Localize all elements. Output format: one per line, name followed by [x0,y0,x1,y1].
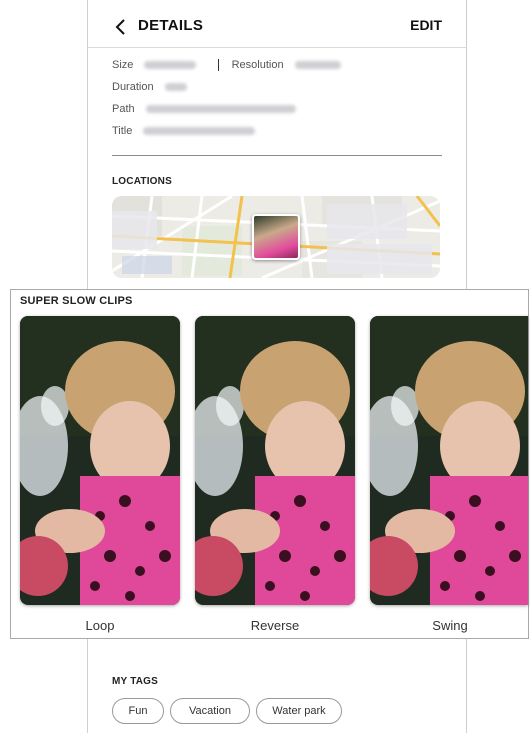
clip-image [370,316,528,605]
info-row-title: Title [112,125,256,137]
tag-chip[interactable]: Vacation [170,698,250,724]
resolution-label: Resolution [231,59,284,71]
divider [112,155,442,156]
path-value-redacted [145,105,296,114]
duration-value-redacted [164,83,187,92]
tag-chip[interactable]: Fun [112,698,164,724]
path-label: Path [112,103,135,115]
clip-label-reverse: Reverse [250,618,300,633]
info-row-path: Path [112,103,296,115]
separator [217,59,219,72]
chevron-left-icon [115,19,125,35]
divider [88,47,466,48]
size-value-redacted [144,61,197,70]
resolution-value-redacted [294,61,341,70]
photo-location-pin[interactable] [252,214,300,260]
title-label: Title [112,125,133,137]
super-slow-clips-heading: SUPER SLOW CLIPS [20,295,133,307]
clip-label-loop: Loop [85,618,115,633]
clip-image [195,316,355,605]
size-label: Size [112,59,134,71]
location-map[interactable] [112,196,440,278]
page-title: DETAILS [138,17,204,34]
app-bar: DETAILS EDIT [88,12,466,42]
my-tags-heading: MY TAGS [112,676,159,687]
duration-label: Duration [112,81,154,93]
info-row-duration: Duration [112,81,187,93]
clip-image [20,316,180,605]
clip-label-swing: Swing [432,618,468,633]
locations-heading: LOCATIONS [112,176,172,187]
clip-thumbnail-reverse[interactable] [195,316,355,605]
title-value-redacted [143,127,256,136]
clip-thumbnail-loop[interactable] [20,316,180,605]
info-row-size: Size Resolution [112,59,341,72]
tag-chip[interactable]: Water park [256,698,342,724]
clip-thumbnail-swing[interactable] [370,316,528,605]
super-slow-clips-panel: SUPER SLOW CLIPS Loop Reverse Swing [10,289,529,639]
edit-button[interactable]: EDIT [410,17,442,33]
back-button[interactable] [110,14,132,40]
